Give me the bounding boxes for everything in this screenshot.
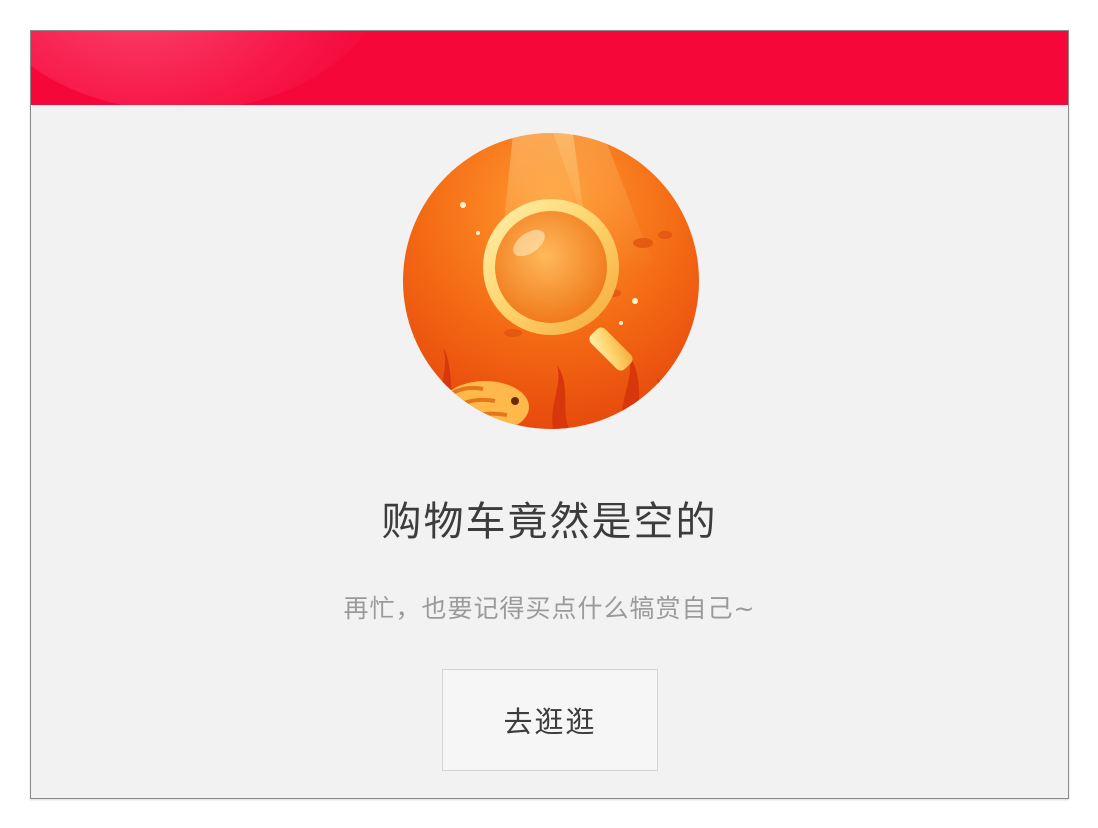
empty-cart-subtitle: 再忙，也要记得买点什么犒赏自己~ <box>343 594 756 623</box>
go-shopping-button[interactable]: 去逛逛 <box>442 669 658 771</box>
header-bar <box>31 31 1068 105</box>
header-glow <box>31 31 391 105</box>
empty-cart-title: 购物车竟然是空的 <box>381 499 718 545</box>
empty-cart-panel: 购物车竟然是空的 再忙，也要记得买点什么犒赏自己~ 去逛逛 <box>30 30 1069 799</box>
magnifier-underwater-icon <box>403 133 699 429</box>
